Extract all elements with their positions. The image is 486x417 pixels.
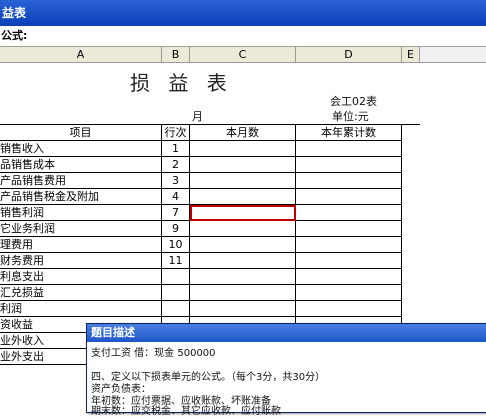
cell-item[interactable]: 它业务利润 bbox=[0, 221, 162, 237]
column-header-e[interactable]: E bbox=[402, 47, 420, 63]
table-row: 销售利润 7 bbox=[0, 205, 420, 221]
formula-bar: 公式: bbox=[0, 26, 486, 47]
table-row: 品销售成本 2 bbox=[0, 157, 420, 173]
cell-item[interactable]: 利润 bbox=[0, 301, 162, 317]
question-dialog: 题目描述 支付工资 借：现金 500000 四、定义以下损表单元的公式。（每个3… bbox=[86, 323, 486, 417]
cell-ytd[interactable] bbox=[296, 189, 402, 205]
cell-current[interactable] bbox=[190, 237, 296, 253]
table-row: 它业务利润 9 bbox=[0, 221, 420, 237]
cell-item[interactable]: 财务费用 bbox=[0, 253, 162, 269]
cell-line[interactable] bbox=[162, 269, 190, 285]
cell-line[interactable]: 1 bbox=[162, 141, 190, 157]
column-header-a[interactable]: A bbox=[0, 47, 162, 63]
formula-label: 公式: bbox=[1, 29, 28, 42]
form-code: 会工02表 bbox=[330, 95, 377, 108]
table-header-row: 项目 行次 本月数 本年累计数 bbox=[0, 124, 420, 141]
cell-line[interactable] bbox=[162, 301, 190, 317]
table-row: 汇兑损益 bbox=[0, 285, 420, 301]
cell-ytd[interactable] bbox=[296, 173, 402, 189]
header-line[interactable]: 行次 bbox=[162, 125, 190, 141]
window-title: 益表 bbox=[2, 6, 27, 20]
dialog-line-1: 支付工资 借：现金 500000 bbox=[91, 348, 216, 359]
cell-item[interactable]: 品销售成本 bbox=[0, 157, 162, 173]
cell-item[interactable]: 产品销售费用 bbox=[0, 173, 162, 189]
cell-current[interactable] bbox=[190, 221, 296, 237]
table-row: 理费用 10 bbox=[0, 237, 420, 253]
cell-line[interactable]: 3 bbox=[162, 173, 190, 189]
cell-item[interactable]: 销售利润 bbox=[0, 205, 162, 221]
spreadsheet-grid[interactable]: A B C D E 损 益 表 会工02表 月 单位:元 项目 行次 本月数 本… bbox=[0, 47, 486, 417]
cell-current[interactable] bbox=[190, 205, 296, 221]
cell-item[interactable]: 利息支出 bbox=[0, 269, 162, 285]
header-ytd[interactable]: 本年累计数 bbox=[296, 125, 402, 141]
cell-line[interactable]: 9 bbox=[162, 221, 190, 237]
cell-current[interactable] bbox=[190, 157, 296, 173]
cell-current[interactable] bbox=[190, 173, 296, 189]
cell-item[interactable]: 产品销售税金及附加 bbox=[0, 189, 162, 205]
cell-line[interactable]: 11 bbox=[162, 253, 190, 269]
header-item[interactable]: 项目 bbox=[0, 125, 162, 141]
month-label: 月 bbox=[192, 110, 203, 123]
cell-item[interactable]: 销售收入 bbox=[0, 141, 162, 157]
cell-ytd[interactable] bbox=[296, 301, 402, 317]
cell-ytd[interactable] bbox=[296, 285, 402, 301]
unit-label: 单位:元 bbox=[332, 110, 369, 123]
table-row: 产品销售税金及附加 4 bbox=[0, 189, 420, 205]
cell-current[interactable] bbox=[190, 189, 296, 205]
table-row: 财务费用 11 bbox=[0, 253, 420, 269]
table-row: 利润 bbox=[0, 301, 420, 317]
cell-ytd[interactable] bbox=[296, 157, 402, 173]
cell-current[interactable] bbox=[190, 285, 296, 301]
column-header-d[interactable]: D bbox=[296, 47, 402, 63]
cell-ytd[interactable] bbox=[296, 237, 402, 253]
dialog-line-5: 期末数：应交税金、其它应收款、应付账款 bbox=[91, 406, 281, 417]
cell-line[interactable]: 4 bbox=[162, 189, 190, 205]
cell-ytd[interactable] bbox=[296, 141, 402, 157]
column-header-c[interactable]: C bbox=[190, 47, 296, 63]
cell-current[interactable] bbox=[190, 141, 296, 157]
cell-current[interactable] bbox=[190, 269, 296, 285]
column-header-filler bbox=[420, 47, 486, 63]
cell-current[interactable] bbox=[190, 253, 296, 269]
cell-ytd[interactable] bbox=[296, 205, 402, 221]
cell-line[interactable] bbox=[162, 285, 190, 301]
cell-line[interactable]: 2 bbox=[162, 157, 190, 173]
cell-current[interactable] bbox=[190, 301, 296, 317]
table-row: 销售收入 1 bbox=[0, 141, 420, 157]
cell-ytd[interactable] bbox=[296, 221, 402, 237]
dialog-body: 支付工资 借：现金 500000 四、定义以下损表单元的公式。（每个3分，共30… bbox=[87, 342, 486, 417]
table-row: 产品销售费用 3 bbox=[0, 173, 420, 189]
cell-ytd[interactable] bbox=[296, 253, 402, 269]
cell-line[interactable]: 10 bbox=[162, 237, 190, 253]
dialog-title[interactable]: 题目描述 bbox=[87, 324, 486, 342]
cell-ytd[interactable] bbox=[296, 269, 402, 285]
cell-item[interactable]: 汇兑损益 bbox=[0, 285, 162, 301]
window-title-bar: 益表 bbox=[0, 0, 486, 26]
column-header-b[interactable]: B bbox=[162, 47, 190, 63]
table-row: 利息支出 bbox=[0, 269, 420, 285]
cell-item[interactable]: 理费用 bbox=[0, 237, 162, 253]
report-title: 损 益 表 bbox=[130, 71, 233, 95]
cell-line[interactable]: 7 bbox=[162, 205, 190, 221]
header-current[interactable]: 本月数 bbox=[190, 125, 296, 141]
